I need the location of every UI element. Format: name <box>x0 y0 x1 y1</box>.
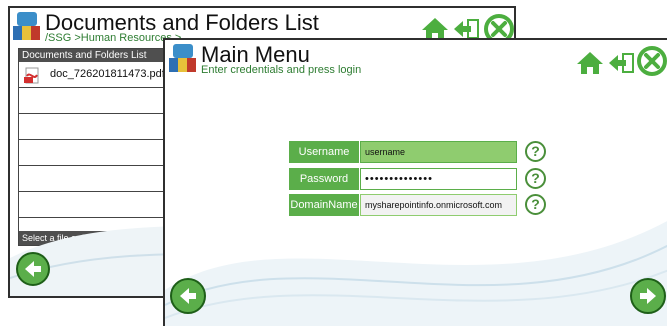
password-label: Password <box>289 168 359 190</box>
close-icon[interactable] <box>637 46 667 76</box>
username-label: Username <box>289 141 359 163</box>
pdf-icon <box>24 67 39 84</box>
list-item[interactable]: doc_726201811473.pdf <box>19 62 179 88</box>
login-button[interactable] <box>630 278 666 314</box>
list-item[interactable] <box>19 88 179 114</box>
password-help-icon[interactable]: ? <box>525 168 546 189</box>
username-help-icon[interactable]: ? <box>525 141 546 162</box>
breadcrumb[interactable]: /SSG >Human Resources > <box>45 32 181 44</box>
app-logo-icon <box>169 44 197 72</box>
list-item-name: doc_726201811473.pdf <box>50 68 165 80</box>
back-button[interactable] <box>170 278 206 314</box>
page-subtitle: Enter credentials and press login <box>201 64 362 76</box>
back-arrow-icon <box>25 261 41 277</box>
list-item[interactable] <box>19 114 179 140</box>
next-arrow-icon <box>640 288 656 304</box>
home-icon[interactable] <box>575 50 605 76</box>
domain-help-icon[interactable]: ? <box>525 194 546 215</box>
domain-label: DomainName <box>289 194 359 216</box>
username-field[interactable] <box>360 141 517 163</box>
domain-field[interactable] <box>360 194 517 216</box>
list-header: Documents and Folders List <box>19 49 179 62</box>
window-title: Documents and Folders List <box>45 10 319 35</box>
back-arrow-icon <box>180 288 196 304</box>
page-title: Main Menu <box>201 42 310 67</box>
back-button[interactable] <box>16 252 50 286</box>
exit-icon[interactable] <box>607 51 637 75</box>
main-menu-window: Main Menu Enter credentials and press lo… <box>163 38 667 326</box>
password-field[interactable] <box>360 168 517 190</box>
list-item[interactable] <box>19 140 179 166</box>
app-logo-icon <box>13 12 41 40</box>
